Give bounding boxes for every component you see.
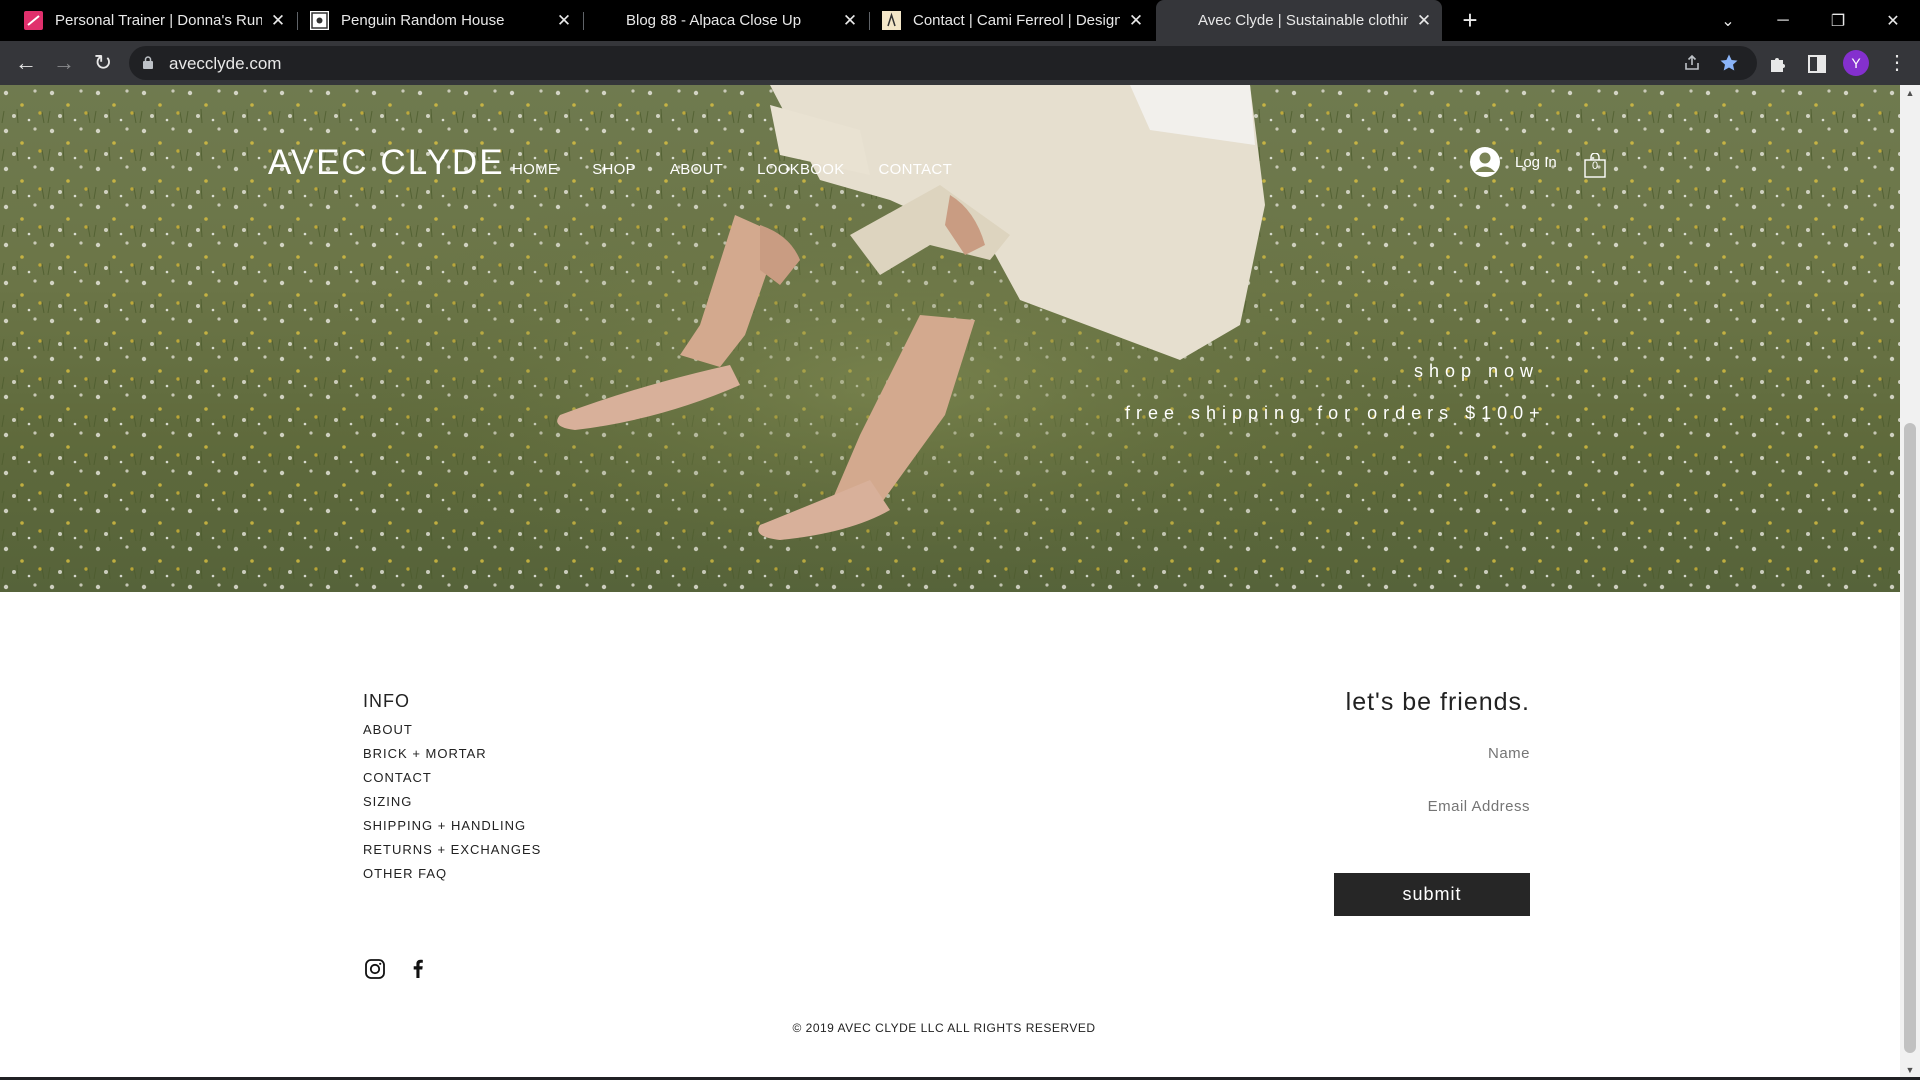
- pink-favicon-icon: [24, 11, 43, 30]
- tab-title: Personal Trainer | Donna's Runnin: [55, 12, 262, 29]
- tab-cami-ferreol[interactable]: Contact | Cami Ferreol | Designer ✕: [870, 0, 1152, 41]
- reload-icon[interactable]: ↻: [89, 49, 117, 77]
- address-bar[interactable]: avecclyde.com: [129, 46, 1757, 80]
- copyright-text: © 2019 AVEC CLYDE LLC ALL RIGHTS RESERVE…: [792, 1021, 1096, 1035]
- restore-button[interactable]: ❐: [1810, 0, 1866, 41]
- info-link-contact[interactable]: CONTACT: [363, 770, 541, 794]
- instagram-icon[interactable]: [364, 958, 386, 980]
- tab-title: Blog 88 - Alpaca Close Up: [626, 12, 802, 29]
- nav-lookbook[interactable]: LOOKBOOK: [757, 161, 844, 178]
- site-logo[interactable]: AVEC CLYDE: [268, 143, 505, 183]
- newsletter-heading: let's be friends.: [1345, 688, 1530, 716]
- tab-donnas-running[interactable]: Personal Trainer | Donna's Runnin ✕: [12, 0, 294, 41]
- page-viewport: AVEC CLYDE HOME SHOP ABOUT LOOKBOOK CONT…: [0, 85, 1900, 1078]
- browser-menu-icon[interactable]: ⋮: [1887, 50, 1907, 76]
- cami-favicon-icon: [882, 11, 901, 30]
- info-heading: INFO: [363, 691, 410, 711]
- lock-icon: [143, 56, 153, 69]
- cart-count: 0: [1591, 160, 1599, 172]
- close-tab-icon[interactable]: ✕: [270, 11, 286, 31]
- hero-banner[interactable]: AVEC CLYDE HOME SHOP ABOUT LOOKBOOK CONT…: [0, 85, 1900, 592]
- info-link-list: ABOUT BRICK + MORTAR CONTACT SIZING SHIP…: [363, 722, 541, 890]
- nav-shop[interactable]: SHOP: [592, 161, 636, 178]
- close-window-button[interactable]: ✕: [1865, 0, 1920, 41]
- penguin-favicon-icon: [310, 11, 329, 30]
- tab-title: Penguin Random House: [341, 12, 505, 29]
- extensions-puzzle-icon[interactable]: [1767, 53, 1789, 75]
- free-shipping-text: free shipping for orders $100+: [1125, 403, 1546, 423]
- profile-avatar[interactable]: Y: [1843, 50, 1869, 76]
- new-tab-button[interactable]: +: [1456, 6, 1484, 34]
- name-input[interactable]: [1260, 745, 1530, 762]
- close-tab-icon[interactable]: ✕: [1416, 11, 1432, 31]
- scrollbar-thumb[interactable]: [1904, 423, 1916, 1053]
- tab-blog-88[interactable]: Blog 88 - Alpaca Close Up ✕: [584, 0, 866, 41]
- info-link-shipping[interactable]: SHIPPING + HANDLING: [363, 818, 541, 842]
- tab-penguin-random-house[interactable]: Penguin Random House ✕: [298, 0, 580, 41]
- nav-about[interactable]: ABOUT: [670, 161, 723, 178]
- forward-arrow-icon[interactable]: →: [50, 49, 78, 77]
- tab-search-chevron-icon[interactable]: ⌄: [1700, 0, 1756, 41]
- main-nav: HOME SHOP ABOUT LOOKBOOK CONTACT: [512, 161, 986, 178]
- share-icon[interactable]: [1682, 53, 1702, 73]
- browser-toolbar: ← → ↻ avecclyde.com Y ⋮: [0, 41, 1920, 85]
- nav-contact[interactable]: CONTACT: [879, 161, 952, 178]
- facebook-icon[interactable]: [407, 958, 429, 980]
- tab-title: Avec Clyde | Sustainable clothing: [1198, 12, 1408, 29]
- info-link-sizing[interactable]: SIZING: [363, 794, 541, 818]
- user-avatar-icon: [1470, 147, 1500, 177]
- close-tab-icon[interactable]: ✕: [556, 11, 572, 31]
- login-label: Log In: [1515, 153, 1557, 171]
- info-link-returns[interactable]: RETURNS + EXCHANGES: [363, 842, 541, 866]
- back-arrow-icon[interactable]: ←: [12, 49, 40, 77]
- minimize-button[interactable]: ─: [1755, 0, 1811, 41]
- shop-now-link[interactable]: shop now: [1414, 361, 1539, 382]
- close-tab-icon[interactable]: ✕: [842, 11, 858, 31]
- url-text: avecclyde.com: [169, 54, 282, 73]
- side-panel-icon[interactable]: [1806, 53, 1828, 75]
- nav-home[interactable]: HOME: [512, 161, 558, 178]
- page-scrollbar[interactable]: ▲ ▼: [1900, 85, 1920, 1078]
- info-link-other-faq[interactable]: OTHER FAQ: [363, 866, 541, 890]
- close-tab-icon[interactable]: ✕: [1128, 11, 1144, 31]
- scroll-down-arrow-icon[interactable]: ▼: [1900, 1062, 1920, 1078]
- login-button[interactable]: Log In: [1469, 146, 1557, 178]
- info-link-brick-mortar[interactable]: BRICK + MORTAR: [363, 746, 541, 770]
- tab-title: Contact | Cami Ferreol | Designer: [913, 12, 1120, 29]
- browser-tab-bar: Personal Trainer | Donna's Runnin ✕ Peng…: [0, 0, 1920, 41]
- bookmark-star-icon[interactable]: [1719, 53, 1739, 73]
- tab-avec-clyde[interactable]: Avec Clyde | Sustainable clothing ✕: [1156, 0, 1442, 41]
- submit-button[interactable]: submit: [1334, 873, 1530, 916]
- scroll-up-arrow-icon[interactable]: ▲: [1900, 85, 1920, 101]
- info-link-about[interactable]: ABOUT: [363, 722, 541, 746]
- email-input[interactable]: [1260, 798, 1530, 815]
- cart-button[interactable]: 0: [1584, 152, 1606, 178]
